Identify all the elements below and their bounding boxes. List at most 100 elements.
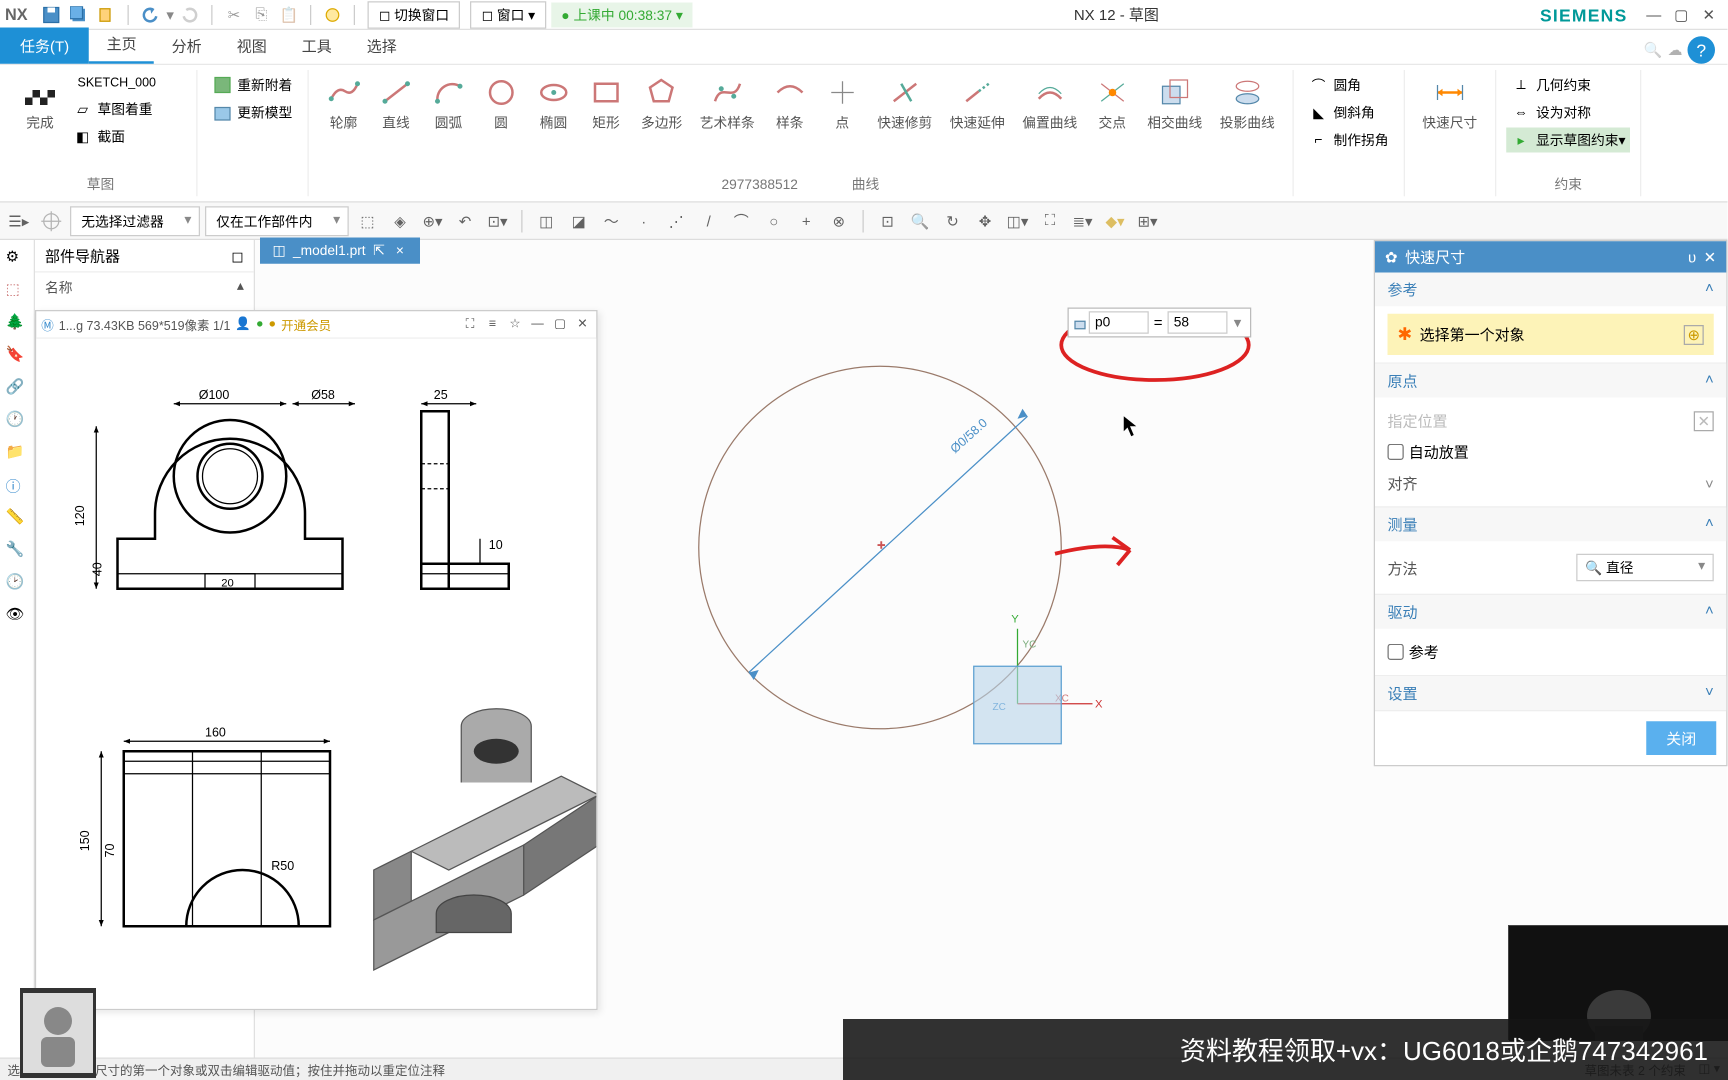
ref-fullscreen-icon[interactable]: ⛶ [461,316,479,334]
rapid-dim-button[interactable]: 快速尺寸 [1415,73,1485,192]
reattach-button[interactable]: 重新附着 [207,73,297,98]
sb-pts-icon[interactable]: ⋰ [663,207,691,235]
sb-persp-icon[interactable]: ◫▾ [1004,207,1032,235]
sb-zoom-icon[interactable]: 🔍 [906,207,934,235]
sb-pt-icon[interactable]: · [630,207,658,235]
sb-cube2-icon[interactable]: ◪ [565,207,593,235]
nav-icon[interactable]: ⬚ [6,280,29,303]
dim-dropdown-icon[interactable]: ▾ [1228,314,1248,332]
ref-stop-icon[interactable]: ● [269,318,277,332]
sketch-combo[interactable]: SKETCH_000 [68,73,187,94]
sb-layer-icon[interactable]: ≣▾ [1069,207,1097,235]
spline-button[interactable]: 样条 [765,73,815,172]
sb-rotate-icon[interactable]: ↻ [939,207,967,235]
sb-icon-4[interactable]: ↶ [451,207,479,235]
folder-icon[interactable]: 📁 [6,443,29,466]
touch-icon[interactable] [321,3,344,26]
maximize-icon[interactable]: ▢ [1671,4,1691,24]
copy-icon[interactable] [95,3,118,26]
ref-min-icon[interactable]: — [529,316,547,334]
bookmark-icon[interactable]: 🔖 [6,345,29,368]
sb-icon-2[interactable]: ◈ [386,207,414,235]
polygon-button[interactable]: 多边形 [634,73,690,172]
tab-home[interactable]: 主页 [89,25,154,64]
sb-icon-3[interactable]: ⊕▾ [419,207,447,235]
scope-dropdown[interactable]: 仅在工作部件内 [205,206,349,236]
sb-arc-icon[interactable]: ⌒ [728,207,756,235]
close-button[interactable]: 关闭 [1646,721,1716,755]
view-icon[interactable]: 👁 [6,605,29,628]
quick-extend-button[interactable]: 快速延伸 [942,73,1012,172]
update-model-button[interactable]: 更新模型 [207,100,297,125]
filter-dropdown[interactable]: 无选择过滤器 [70,206,200,236]
chevron-down-icon-2[interactable]: ˅ [1705,683,1714,704]
sb-wire-icon[interactable]: ⊞▾ [1134,207,1162,235]
symmetric-button[interactable]: ⇔设为对称 [1506,100,1630,125]
chevron-up-icon-2[interactable]: ˄ [1705,370,1714,391]
section-button[interactable]: ◧截面 [68,124,187,149]
sketch-plane-button[interactable]: ▱草图着重 [68,96,187,121]
redo-icon[interactable] [179,3,202,26]
origin-pick-icon[interactable]: ✕ [1694,411,1714,431]
rectangle-button[interactable]: 矩形 [581,73,631,172]
tab-task[interactable]: 任务(T) [0,28,89,64]
help-icon[interactable]: ? [1688,36,1716,64]
ref-menu-icon[interactable]: ≡ [484,316,502,334]
window-dropdown[interactable]: ◻ 窗口 ▾ [470,1,546,29]
tool-icon[interactable]: 🔧 [6,540,29,563]
sb-expand-icon[interactable]: ⛶ [1036,207,1064,235]
measure-icon[interactable]: 📏 [6,508,29,531]
save-all-icon[interactable] [68,3,91,26]
dimension-input[interactable]: = ▾ [1068,308,1252,338]
dim-value-input[interactable] [1168,311,1228,334]
document-tab[interactable]: ◫_model1.prt⇱× [260,238,420,264]
sb-cube-icon[interactable]: ◫ [533,207,561,235]
minimize-icon[interactable]: — [1644,4,1664,24]
show-constraint-button[interactable]: ▸显示草图约束 ▾ [1506,128,1630,153]
chevron-up-icon-3[interactable]: ˄ [1705,514,1714,535]
tab-select[interactable]: 选择 [349,28,414,64]
sb-fit-icon[interactable]: ⊡ [874,207,902,235]
arc-button[interactable]: 圆弧 [424,73,474,172]
close-icon[interactable]: ✕ [1699,4,1719,24]
dialog-close-icon[interactable]: ✕ [1704,248,1717,266]
ref-avatar-icon[interactable]: 👤 [235,318,251,332]
chevron-up-icon-4[interactable]: ˄ [1705,601,1714,622]
switch-window-dropdown[interactable]: ◻ 切换窗口 [368,1,461,29]
intersection-curve-button[interactable]: 相交曲线 [1140,73,1210,172]
ref-max-icon[interactable]: ▢ [551,316,569,334]
dialog-gear-icon[interactable]: ✿ [1385,248,1398,266]
clock-icon[interactable]: 🕑 [6,573,29,596]
nav-pin-icon[interactable]: ◻ [231,247,243,265]
search-icon-rb[interactable]: 🔍 [1644,41,1663,59]
reference-checkbox[interactable] [1388,644,1404,660]
select-prompt[interactable]: ✱ 选择第一个对象 ⊕ [1388,314,1714,355]
undo-icon[interactable] [139,3,162,26]
chevron-up-icon[interactable]: ˄ [1705,279,1714,300]
history-icon[interactable]: 🕐 [6,410,29,433]
offset-curve-button[interactable]: 偏置曲线 [1015,73,1085,172]
target-icon[interactable]: ⊕ [1684,324,1704,344]
project-curve-button[interactable]: 投影曲线 [1212,73,1282,172]
finish-sketch-button[interactable]: 完成 [15,73,65,172]
dim-name-input[interactable] [1089,311,1149,334]
ref-close-icon[interactable]: ✕ [574,316,592,334]
tab-close-icon[interactable]: × [392,243,408,258]
fillet-button[interactable]: ⌒圆角 [1304,73,1394,98]
chevron-down-icon[interactable]: ˅ [1705,474,1714,492]
tree-icon[interactable]: 🌲 [6,313,29,336]
link-icon[interactable]: 🔗 [6,378,29,401]
tab-view[interactable]: 视图 [219,28,284,64]
cloud-icon[interactable]: ☁ [1668,41,1683,59]
ref-vip[interactable]: 开通会员 [281,315,331,334]
ref-rec-icon[interactable]: ● [256,318,264,332]
point-button[interactable]: 点 [817,73,867,172]
make-corner-button[interactable]: ⌐制作拐角 [1304,128,1394,153]
sb-curve-icon[interactable]: 〜 [598,207,626,235]
sb-line-icon[interactable]: / [695,207,723,235]
graphics-canvas[interactable]: ◫_model1.prt⇱× Ø0/58.0 X Y XC YC ZC [255,240,1728,1065]
line-button[interactable]: 直线 [371,73,421,172]
profile-button[interactable]: 轮廓 [319,73,369,172]
quick-trim-button[interactable]: 快速修剪 [870,73,940,172]
auto-place-checkbox[interactable] [1388,444,1404,460]
